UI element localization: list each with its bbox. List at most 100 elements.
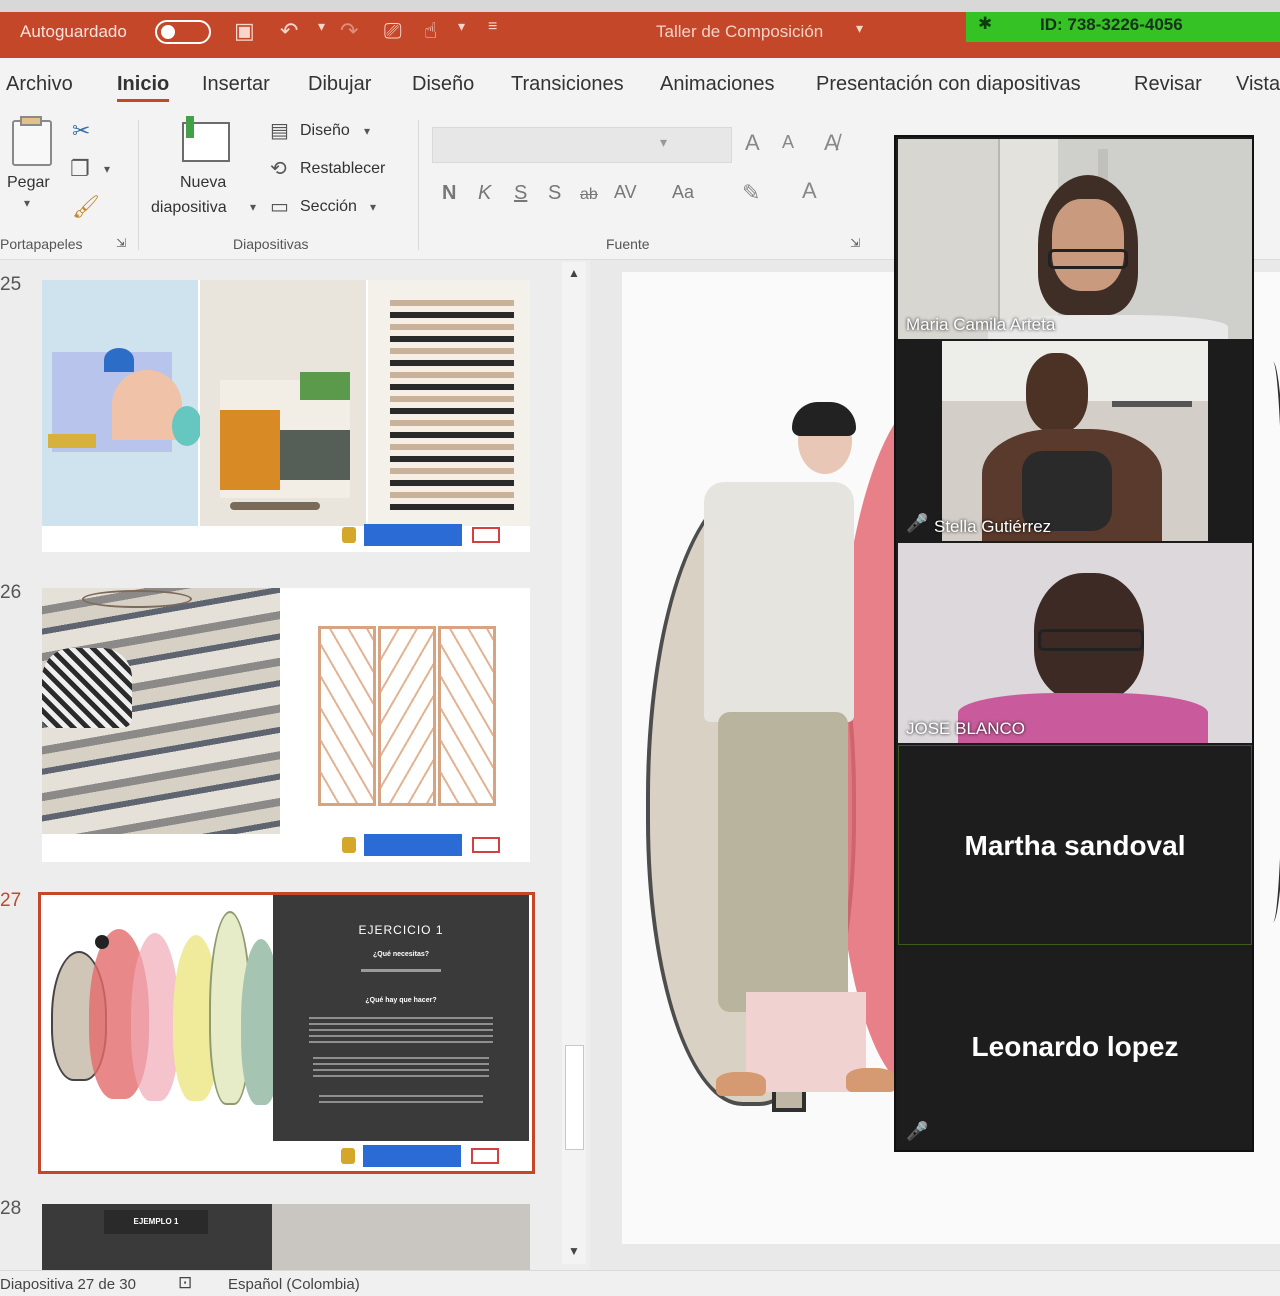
participant-tile[interactable]: Maria Camila Arteta	[898, 139, 1252, 339]
slide-number: 26	[0, 582, 22, 603]
bold-button[interactable]: N	[442, 182, 456, 205]
logo-strip	[342, 524, 522, 546]
section-dropdown-icon[interactable]: ▾	[370, 200, 376, 214]
tab-inicio[interactable]: Inicio	[117, 73, 169, 96]
touch-mode-icon[interactable]: ☝	[424, 18, 437, 44]
slide-number: 28	[0, 1198, 22, 1219]
tab-vista[interactable]: Vista	[1236, 73, 1280, 96]
tab-transiciones[interactable]: Transiciones	[511, 73, 624, 96]
tab-presentacion[interactable]: Presentación con diapositivas	[816, 73, 1081, 96]
exercise-question-1: ¿Qué necesitas?	[372, 951, 430, 958]
tab-dibujar[interactable]: Dibujar	[308, 73, 371, 96]
paste-icon[interactable]	[12, 120, 52, 166]
brand-logo	[363, 1145, 461, 1167]
participant-tile[interactable]: JOSE BLANCO	[898, 543, 1252, 743]
participant-face	[1026, 353, 1088, 433]
group-label-clipboard: Portapapeles	[0, 236, 83, 252]
slide-number: 27	[0, 890, 22, 911]
undo-icon[interactable]: ↶	[280, 18, 298, 44]
brand-mark-icon	[472, 527, 500, 543]
document-title[interactable]: Taller de Composición	[656, 22, 823, 42]
font-launcher-icon[interactable]: ⇲	[850, 236, 860, 250]
section-button[interactable]: Sección	[300, 198, 357, 216]
group-label-slides: Diapositivas	[233, 236, 309, 252]
customize-toolbar-icon[interactable]: ≡	[488, 18, 497, 36]
participant-tile[interactable]: 🎤 Stella Gutiérrez	[898, 341, 1252, 541]
layout-dropdown-icon[interactable]: ▾	[364, 124, 370, 138]
title-dropdown-icon[interactable]: ▾	[856, 20, 863, 37]
participant-video	[942, 341, 1208, 541]
tab-insertar[interactable]: Insertar	[202, 73, 270, 96]
ribbon-separator	[418, 120, 419, 250]
scroll-up-icon[interactable]: ▲	[568, 266, 580, 280]
italic-button[interactable]: K	[478, 182, 491, 205]
figure-jacket	[704, 482, 854, 722]
new-slide-plus-icon	[186, 116, 194, 138]
tab-animaciones[interactable]: Animaciones	[660, 73, 775, 96]
format-painter-icon[interactable]: 🖌	[72, 194, 100, 220]
muted-mic-icon: 🎤	[906, 1121, 929, 1141]
reset-icon[interactable]: ⟲	[270, 156, 287, 181]
tab-revisar[interactable]: Revisar	[1134, 73, 1202, 96]
layout-icon[interactable]: ▤	[270, 118, 289, 143]
new-slide-label-1[interactable]: Nueva	[180, 174, 226, 192]
touch-dropdown-icon[interactable]: ▾	[458, 18, 465, 35]
autosave-toggle[interactable]	[155, 20, 211, 44]
slide-thumbnail-25[interactable]	[42, 280, 530, 552]
font-size-dropdown-icon[interactable]: ▾	[660, 134, 667, 151]
save-icon[interactable]: ▣	[234, 18, 255, 44]
exercise-question-2: ¿Qué hay que hacer?	[365, 997, 437, 1004]
tab-archivo[interactable]: Archivo	[6, 73, 73, 96]
paste-label[interactable]: Pegar	[7, 174, 50, 192]
section-icon[interactable]: ▭	[270, 194, 289, 219]
slide-thumbnail-26[interactable]	[42, 588, 530, 862]
logo-strip	[342, 834, 522, 856]
font-name-box[interactable]	[432, 127, 732, 163]
scrollbar-thumb[interactable]	[565, 1045, 584, 1150]
participant-name: JOSE BLANCO	[906, 719, 1026, 738]
shadow-button[interactable]: S	[548, 182, 561, 205]
slide-thumbnail-28[interactable]: EJEMPLO 1	[42, 1204, 530, 1270]
cut-icon[interactable]: ✂	[72, 118, 90, 144]
highlight-icon[interactable]: ✎	[742, 180, 760, 206]
change-case-button[interactable]: Aa	[672, 182, 694, 203]
font-color-icon[interactable]: A	[802, 178, 817, 204]
undo-dropdown-icon[interactable]: ▾	[318, 18, 325, 35]
slide-image	[42, 588, 280, 834]
clear-format-icon[interactable]: A̸	[824, 130, 839, 156]
example-label: EJEMPLO 1	[104, 1210, 208, 1234]
copy-icon[interactable]: ❐	[70, 156, 90, 182]
clipboard-launcher-icon[interactable]: ⇲	[116, 236, 126, 250]
notes-icon[interactable]: ⊡	[178, 1273, 192, 1293]
new-slide-dropdown-icon[interactable]: ▾	[250, 200, 256, 214]
slide-image	[42, 280, 202, 526]
language-indicator[interactable]: Español (Colombia)	[228, 1276, 360, 1293]
strikethrough-button[interactable]: ab	[580, 186, 598, 204]
participant-name: Stella Gutiérrez	[934, 517, 1052, 536]
seal-icon	[341, 1148, 355, 1164]
spacing-button[interactable]: AV	[614, 182, 637, 203]
reset-button[interactable]: Restablecer	[300, 160, 385, 178]
leaf-edge-right	[1258, 362, 1280, 922]
glasses	[1048, 249, 1128, 269]
brand-logo	[364, 524, 462, 546]
slide-image	[368, 280, 530, 526]
ribbon-separator	[138, 120, 139, 250]
paste-dropdown-icon[interactable]: ▾	[24, 196, 30, 210]
new-slide-label-2[interactable]: diapositiva	[151, 199, 227, 217]
grow-font-icon[interactable]: A	[745, 130, 760, 156]
participant-tile-active[interactable]: Martha sandoval	[898, 745, 1252, 945]
shrink-font-icon[interactable]: A	[782, 132, 794, 153]
slide-thumbnail-27[interactable]: EJERCICIO 1 ¿Qué necesitas? ¿Qué hay que…	[38, 892, 535, 1174]
underline-button[interactable]: S	[514, 182, 527, 205]
redo-icon[interactable]: ↷	[340, 18, 358, 44]
tab-diseno[interactable]: Diseño	[412, 73, 474, 96]
present-icon[interactable]: ⎚	[384, 18, 402, 44]
slide-counter: Diapositiva 27 de 30	[0, 1276, 136, 1293]
participant-tile[interactable]: Leonardo lopez 🎤	[898, 947, 1252, 1147]
video-conference-panel: Maria Camila Arteta 🎤 Stella Gutiérrez J…	[894, 135, 1254, 1152]
scroll-down-icon[interactable]: ▼	[568, 1244, 580, 1258]
copy-dropdown-icon[interactable]: ▾	[104, 162, 110, 176]
slide-image	[200, 280, 366, 526]
layout-button[interactable]: Diseño	[300, 122, 350, 140]
